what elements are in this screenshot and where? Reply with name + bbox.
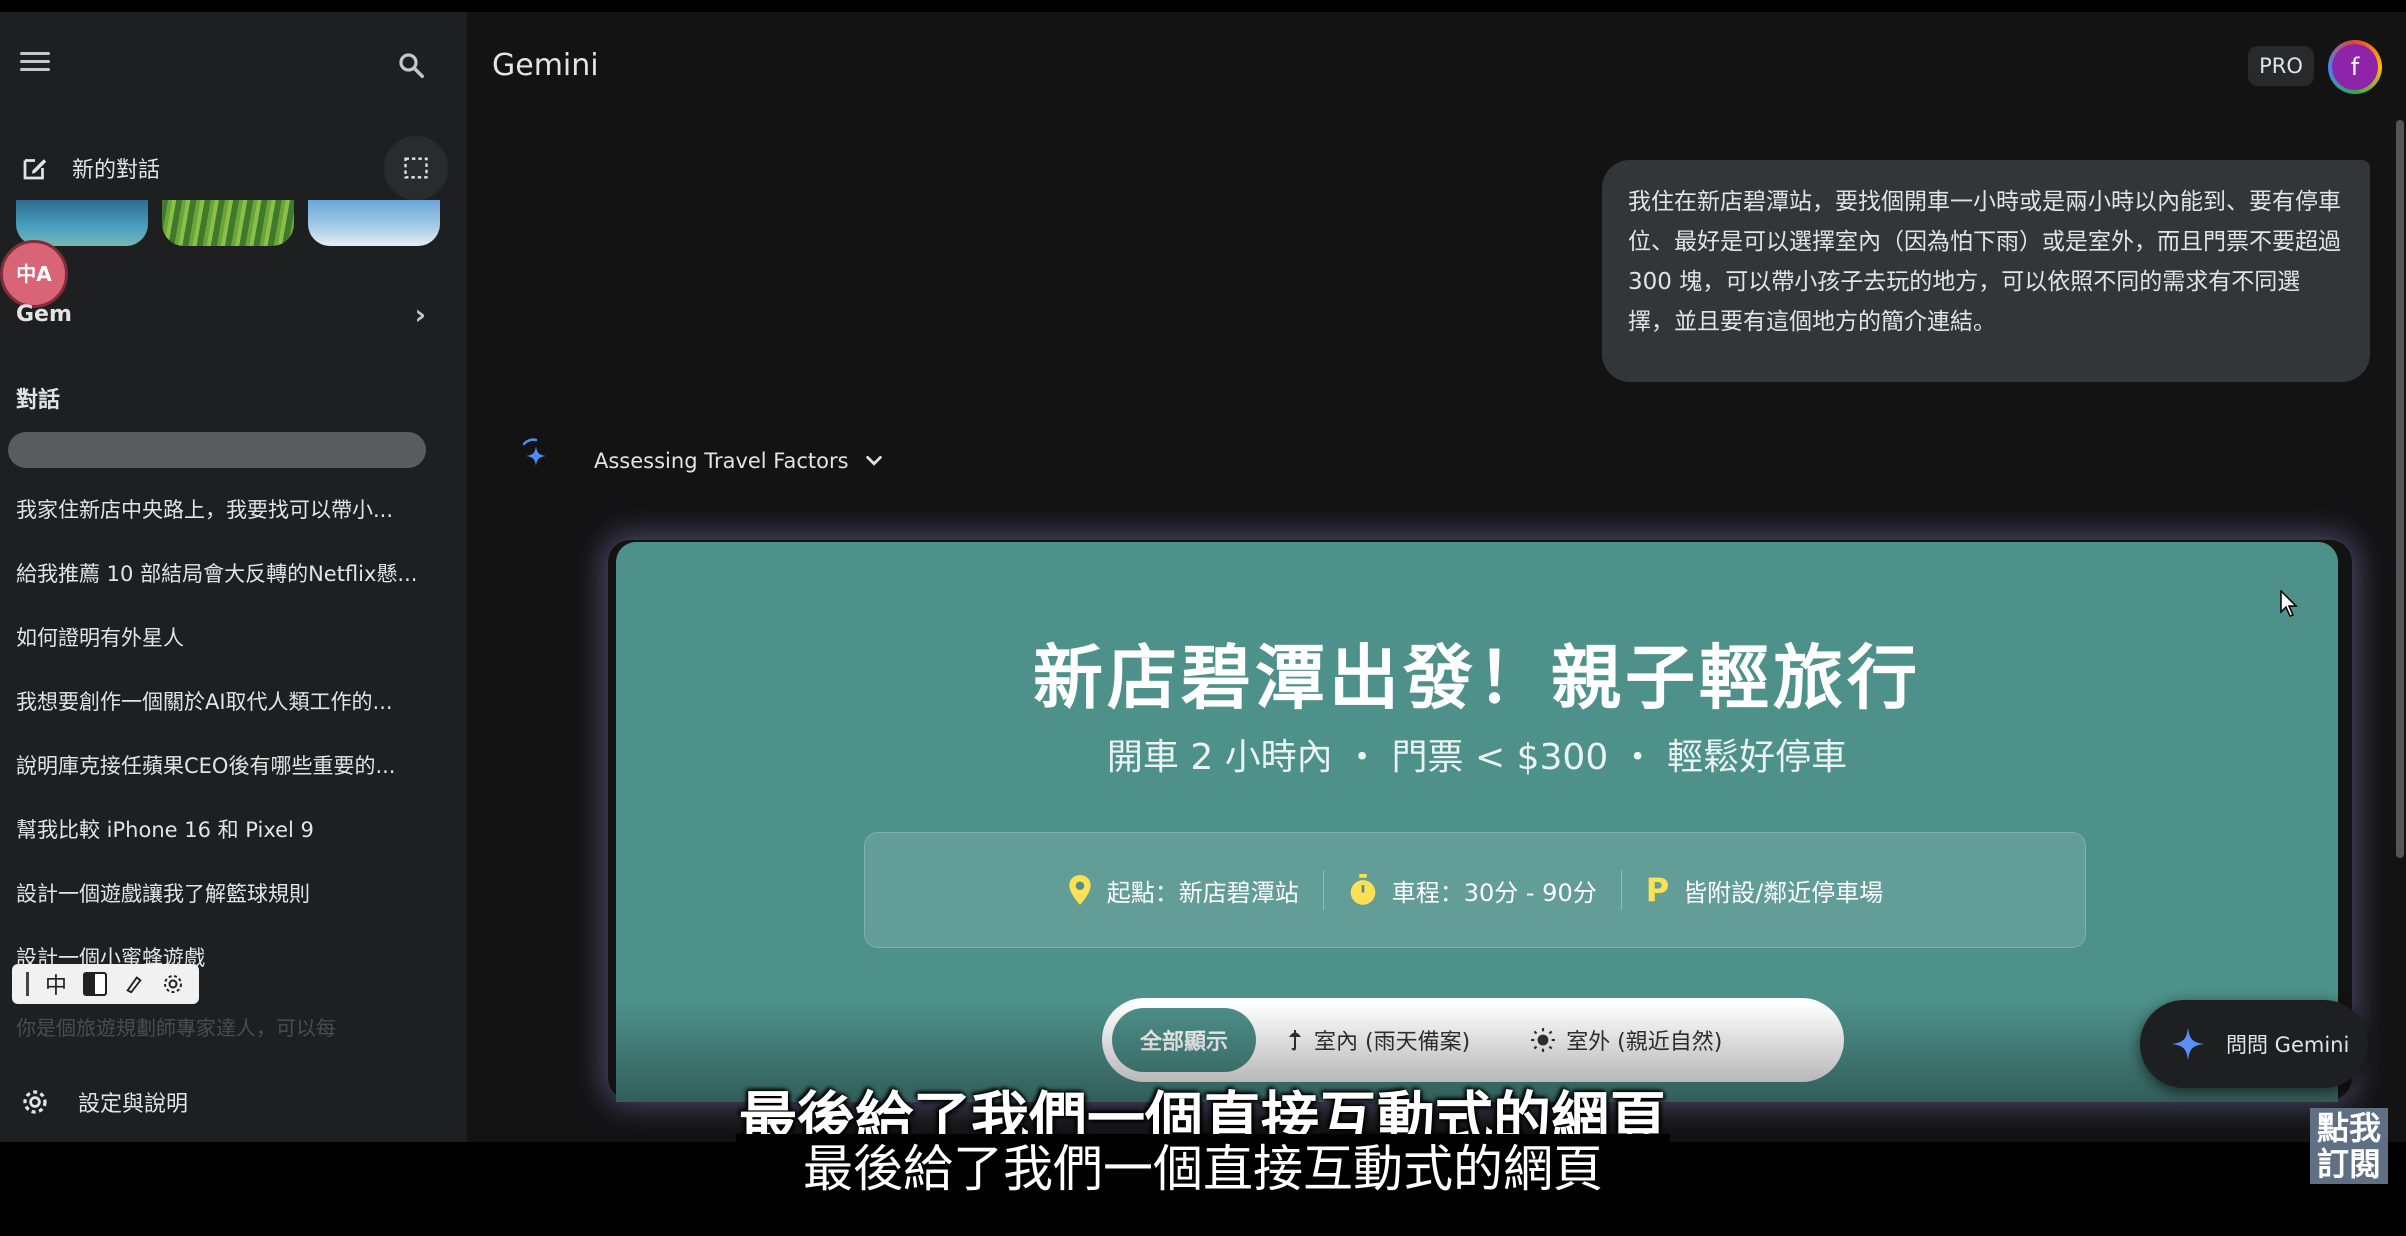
filter-indoor-button[interactable]: 室內 (雨天備案) [1256,1008,1500,1072]
new-chat-button[interactable]: 新的對話 [20,152,160,184]
gem-thumbnail[interactable] [162,200,294,246]
gem-label: Gem [16,302,72,327]
avatar-letter: f [2332,44,2378,90]
info-parking: P 皆附設/鄰近停車場 [1645,871,1884,909]
stopwatch-icon [1350,874,1376,905]
parking-icon: P [1645,871,1670,909]
thinking-toggle[interactable]: Assessing Travel Factors [594,449,885,473]
umbrella-icon [1289,1030,1302,1051]
chevron-down-icon [865,455,882,466]
user-message: 我住在新店碧潭站，要找個開車一小時或是兩小時以內能到、要有停車位、最好是可以選擇… [1602,160,2370,382]
gem-thumbnail[interactable] [308,200,440,246]
capture-button[interactable] [384,136,448,200]
thinking-label: Assessing Travel Factors [594,449,849,473]
screenshot-frame-icon [404,157,428,179]
gear-icon[interactable] [161,972,185,996]
conversation-list: 我家住新店中央路上，我要找可以帶小... 給我推薦 10 部結局會大反轉的Net… [16,494,436,1006]
sun-icon [1531,1028,1556,1052]
new-chat-label: 新的對話 [72,158,161,183]
mouse-cursor-icon [2280,590,2298,617]
trip-info-box: 起點：新店碧潭站 車程：30分 - 90分 P 皆附設/鄰近停車場 [864,832,2086,948]
conversation-item[interactable]: 給我推薦 10 部結局會大反轉的Netflix懸... [16,558,436,622]
conversations-title: 對話 [16,388,61,413]
gemini-screen: 新的對話 中A Gem › 對話 我家住新店中央路上，我要找可以帶小... 給我… [0,12,2406,1142]
filter-bar: 全部顯示 室內 (雨天備案) 室外 (親近自然) [1102,998,1844,1082]
conversation-item[interactable]: 說明庫克接任蘋果CEO後有哪些重要的... [16,750,436,814]
subscribe-badge[interactable]: 點我 訂閱 [2310,1108,2388,1184]
chevron-right-icon: › [414,298,426,331]
conversation-item[interactable]: 我想要創作一個關於AI取代人類工作的... [16,686,436,750]
conversation-item[interactable]: 幫我比較 iPhone 16 和 Pixel 9 [16,814,436,878]
search-icon[interactable] [396,50,426,80]
toolbar-grip[interactable] [26,972,29,996]
half-width-icon[interactable] [83,972,108,996]
video-subtitle-secondary: 最後給了我們一個直接互動式的網頁 [736,1134,1670,1204]
interactive-preview: 新店碧潭出發！親子輕旅行 開車 2 小時內 ・ 門票 < $300 ・ 輕鬆好停… [616,542,2338,1102]
info-drive-time: 車程：30分 - 90分 [1324,873,1621,908]
edit-icon [23,159,47,180]
loading-placeholder [8,432,426,468]
gemini-spark-icon [2171,1027,2205,1061]
gem-section-link[interactable]: Gem › [16,298,426,331]
preview-title: 新店碧潭出發！親子輕旅行 [1033,637,1921,719]
preview-subtitle: 開車 2 小時內 ・ 門票 < $300 ・ 輕鬆好停車 [1106,737,1848,778]
ask-gemini-label: 問問 Gemini [2226,1033,2350,1057]
page-scrollbar[interactable] [2396,120,2404,858]
avatar[interactable]: f [2328,40,2382,94]
info-start: 起點：新店碧潭站 [1043,873,1323,908]
video-top-bar [0,0,2406,12]
ime-toolbar: 中 [12,964,200,1004]
conversation-item[interactable]: 如何證明有外星人 [16,622,436,686]
filter-all-button[interactable]: 全部顯示 [1112,1008,1257,1072]
filter-outdoor-button[interactable]: 室外 (親近自然) [1500,1008,1752,1072]
handwriting-icon[interactable] [123,973,145,995]
gem-thumbnails [16,200,440,246]
menu-icon[interactable] [20,52,50,78]
conversation-item-faded[interactable]: 你是個旅遊規劃師專家達人，可以每 [16,1012,436,1041]
gemini-spark-icon [522,438,546,466]
app-title[interactable]: Gemini [492,48,599,83]
conversation-item[interactable]: 設計一個遊戲讓我了解籃球規則 [16,878,436,942]
conversation-item[interactable]: 我家住新店中央路上，我要找可以帶小... [16,494,436,558]
ime-mode-toggle[interactable]: 中 [45,968,67,1000]
sidebar: 新的對話 中A Gem › 對話 我家住新店中央路上，我要找可以帶小... 給我… [0,12,467,1142]
pro-badge: PRO [2248,46,2314,86]
location-pin-icon [1069,875,1091,905]
